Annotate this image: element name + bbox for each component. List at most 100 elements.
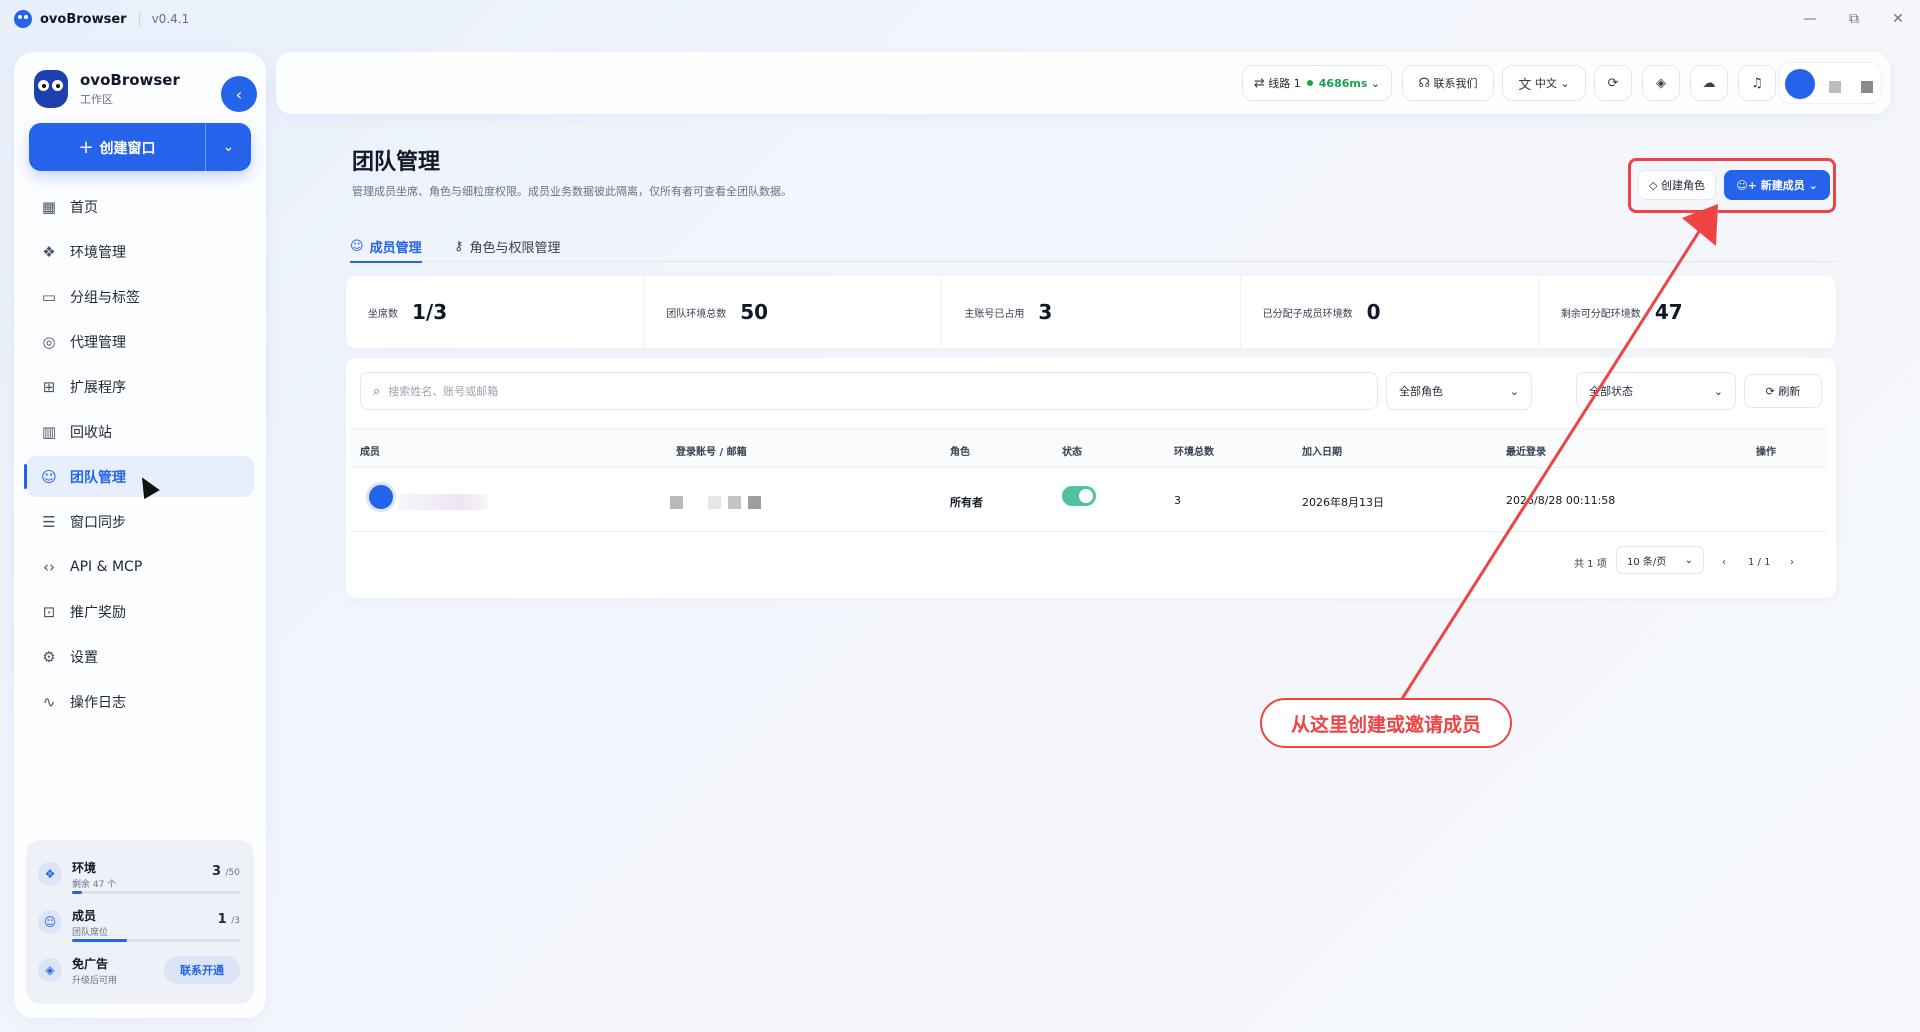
create-window-label: 创建窗口 <box>99 140 156 157</box>
grid-icon: ▦ <box>41 197 57 216</box>
language-selector[interactable]: 文 中文 ⌄ <box>1502 65 1586 101</box>
page-title: 团队管理 <box>352 150 441 175</box>
redacted-block <box>1861 81 1873 93</box>
sync-button[interactable]: ⟳ <box>1594 65 1632 101</box>
security-button[interactable]: ◈ <box>1642 65 1680 101</box>
stat-team-envs: 团队环境总数 50 <box>644 276 943 348</box>
window-controls: — ⧉ ✕ <box>1788 0 1920 38</box>
minimize-button[interactable]: — <box>1788 0 1832 38</box>
redacted-member-name <box>398 494 488 510</box>
create-window-dropdown[interactable]: ⌄ <box>206 139 251 155</box>
sidebar-item-logs[interactable]: ∿ 操作日志 <box>26 681 254 722</box>
refresh-button[interactable]: ⟳ 刷新 <box>1744 374 1822 408</box>
sidebar-item-label: 窗口同步 <box>70 514 126 531</box>
sidebar-item-rewards[interactable]: ⊡ 推广奖励 <box>26 591 254 632</box>
new-member-button[interactable]: ☺+ 新建成员 ⌄ <box>1724 170 1830 200</box>
member-role: 所有者 <box>950 496 983 509</box>
sidebar-item-settings[interactable]: ⚙ 设置 <box>26 636 254 677</box>
next-page-button[interactable]: › <box>1790 548 1794 576</box>
avatar <box>366 482 396 512</box>
status-dot <box>1306 80 1313 86</box>
sidebar-item-proxies[interactable]: ◎ 代理管理 <box>26 321 254 362</box>
contact-upgrade-button[interactable]: 联系开通 <box>164 956 240 984</box>
create-role-button[interactable]: ◇ 创建角色 <box>1638 170 1716 200</box>
refresh-label: 刷新 <box>1778 385 1801 398</box>
create-window-button[interactable]: + 创建窗口 ⌄ <box>29 123 251 171</box>
column-header: 登录账号 / 邮箱 <box>676 447 747 458</box>
tab-members[interactable]: ☺ 成员管理 <box>350 230 422 263</box>
prev-page-button[interactable]: ‹ <box>1722 548 1726 576</box>
stats-card: 坐席数 1/3 团队环境总数 50 主账号已占用 3 已分配子成员环境数 0 剩余可分配… <box>346 276 1836 348</box>
sidebar-item-home[interactable]: ▦ 首页 <box>26 186 254 227</box>
status-filter-select[interactable]: 全部状态 ⌄ <box>1576 372 1736 410</box>
owl-logo-icon <box>34 70 68 108</box>
search-placeholder: 搜索姓名、账号或邮箱 <box>388 385 499 398</box>
sidebar-item-label: 扩展程序 <box>70 379 126 396</box>
page-size-value: 10 条/页 <box>1627 556 1667 568</box>
title-divider <box>138 12 140 26</box>
column-header: 环境总数 <box>1174 447 1214 458</box>
chevron-left-icon: ‹ <box>235 84 243 104</box>
headset-icon: ☊ <box>1418 75 1431 91</box>
quota-title: 成员 <box>72 908 97 923</box>
annotation-callout: 从这里创建或邀请成员 <box>1260 698 1512 748</box>
sidebar-item-trash[interactable]: ▥ 回收站 <box>26 411 254 452</box>
app-name: ovoBrowser <box>40 11 127 27</box>
quota-total: /50 <box>225 868 240 878</box>
sidebar-item-api[interactable]: ‹› API & MCP <box>26 546 254 587</box>
stat-label: 剩余可分配环境数 <box>1560 308 1641 320</box>
top-header: ⇄ 线路 1 4686ms ⌄ ☊ 联系我们 文 中文 ⌄ ⟳ ◈ ☁ ♫ <box>276 52 1890 114</box>
column-header: 角色 <box>950 447 970 458</box>
sidebar-item-environments[interactable]: ❖ 环境管理 <box>26 231 254 272</box>
maximize-button[interactable]: ⧉ <box>1832 0 1876 38</box>
quota-progress-bar <box>72 939 240 942</box>
stat-value: 0 <box>1366 300 1381 324</box>
stat-value: 47 <box>1654 300 1683 324</box>
plus-icon: + <box>78 136 94 158</box>
close-button[interactable]: ✕ <box>1876 0 1920 38</box>
users-icon: ☺ <box>38 910 62 934</box>
page-size-select[interactable]: 10 条/页 ⌄ <box>1616 546 1704 574</box>
sidebar-item-label: 操作日志 <box>70 694 126 711</box>
sidebar-item-label: 分组与标签 <box>70 289 140 306</box>
stat-remaining: 剩余可分配环境数 47 <box>1539 276 1836 348</box>
stat-value: 1/3 <box>412 300 448 324</box>
contact-us-button[interactable]: ☊ 联系我们 <box>1402 65 1494 101</box>
sliders-icon: ☰ <box>42 512 56 531</box>
status-toggle[interactable] <box>1062 486 1096 506</box>
quota-used: 3 <box>211 864 221 879</box>
collapse-sidebar-button[interactable]: ‹ <box>221 76 257 112</box>
gear-icon: ⚙ <box>42 647 56 666</box>
role-filter-select[interactable]: 全部角色 ⌄ <box>1386 372 1532 410</box>
brand: ovoBrowser 工作区 <box>34 70 180 108</box>
users-icon: ☺ <box>41 467 57 486</box>
table-row[interactable]: 所有者 3 2026年8月13日 2026/8/28 00:11:58 <box>350 468 1828 532</box>
column-header: 状态 <box>1062 447 1082 458</box>
translate-icon: 文 <box>1518 77 1532 93</box>
sidebar-item-label: 回收站 <box>70 424 112 441</box>
redacted-block <box>748 496 761 509</box>
sidebar-item-extensions[interactable]: ⊞ 扩展程序 <box>26 366 254 407</box>
new-member-label: 新建成员 <box>1760 179 1805 192</box>
cubes-icon: ❖ <box>38 862 62 886</box>
app-logo-icon <box>14 10 32 28</box>
redacted-block <box>728 496 741 509</box>
sidebar-item-groups[interactable]: ▭ 分组与标签 <box>26 276 254 317</box>
quota-value: 3 /50 <box>212 864 240 879</box>
gift-icon: ⊡ <box>42 602 56 621</box>
user-menu[interactable] <box>1778 62 1882 104</box>
quota-subtitle: 团队席位 <box>72 927 109 938</box>
create-role-label: 创建角色 <box>1660 179 1705 192</box>
cloud-button[interactable]: ☁ <box>1690 65 1728 101</box>
sidebar-item-window-sync[interactable]: ☰ 窗口同步 <box>26 501 254 542</box>
notifications-button[interactable]: ♫ <box>1738 65 1776 101</box>
app-version: v0.4.1 <box>151 12 190 26</box>
chevron-down-icon: ⌄ <box>1509 384 1519 398</box>
route-selector[interactable]: ⇄ 线路 1 4686ms ⌄ <box>1242 65 1392 101</box>
members-table-card: ⌕ 搜索姓名、账号或邮箱 全部角色 ⌄ 全部状态 ⌄ ⟳ 刷新 成员 登录账号 / … <box>346 358 1836 598</box>
code-icon: ‹› <box>43 557 55 576</box>
search-input[interactable]: ⌕ 搜索姓名、账号或邮箱 <box>360 372 1378 410</box>
sidebar-nav: ▦ 首页 ❖ 环境管理 ▭ 分组与标签 ◎ 代理管理 ⊞ 扩展程序 ▥ 回收站 ☺ 团队管理 … <box>24 186 254 726</box>
quota-environments: ❖ 环境 剩余 47 个 3 /50 <box>38 850 242 898</box>
tab-roles[interactable]: ⚷ 角色与权限管理 <box>454 230 561 262</box>
